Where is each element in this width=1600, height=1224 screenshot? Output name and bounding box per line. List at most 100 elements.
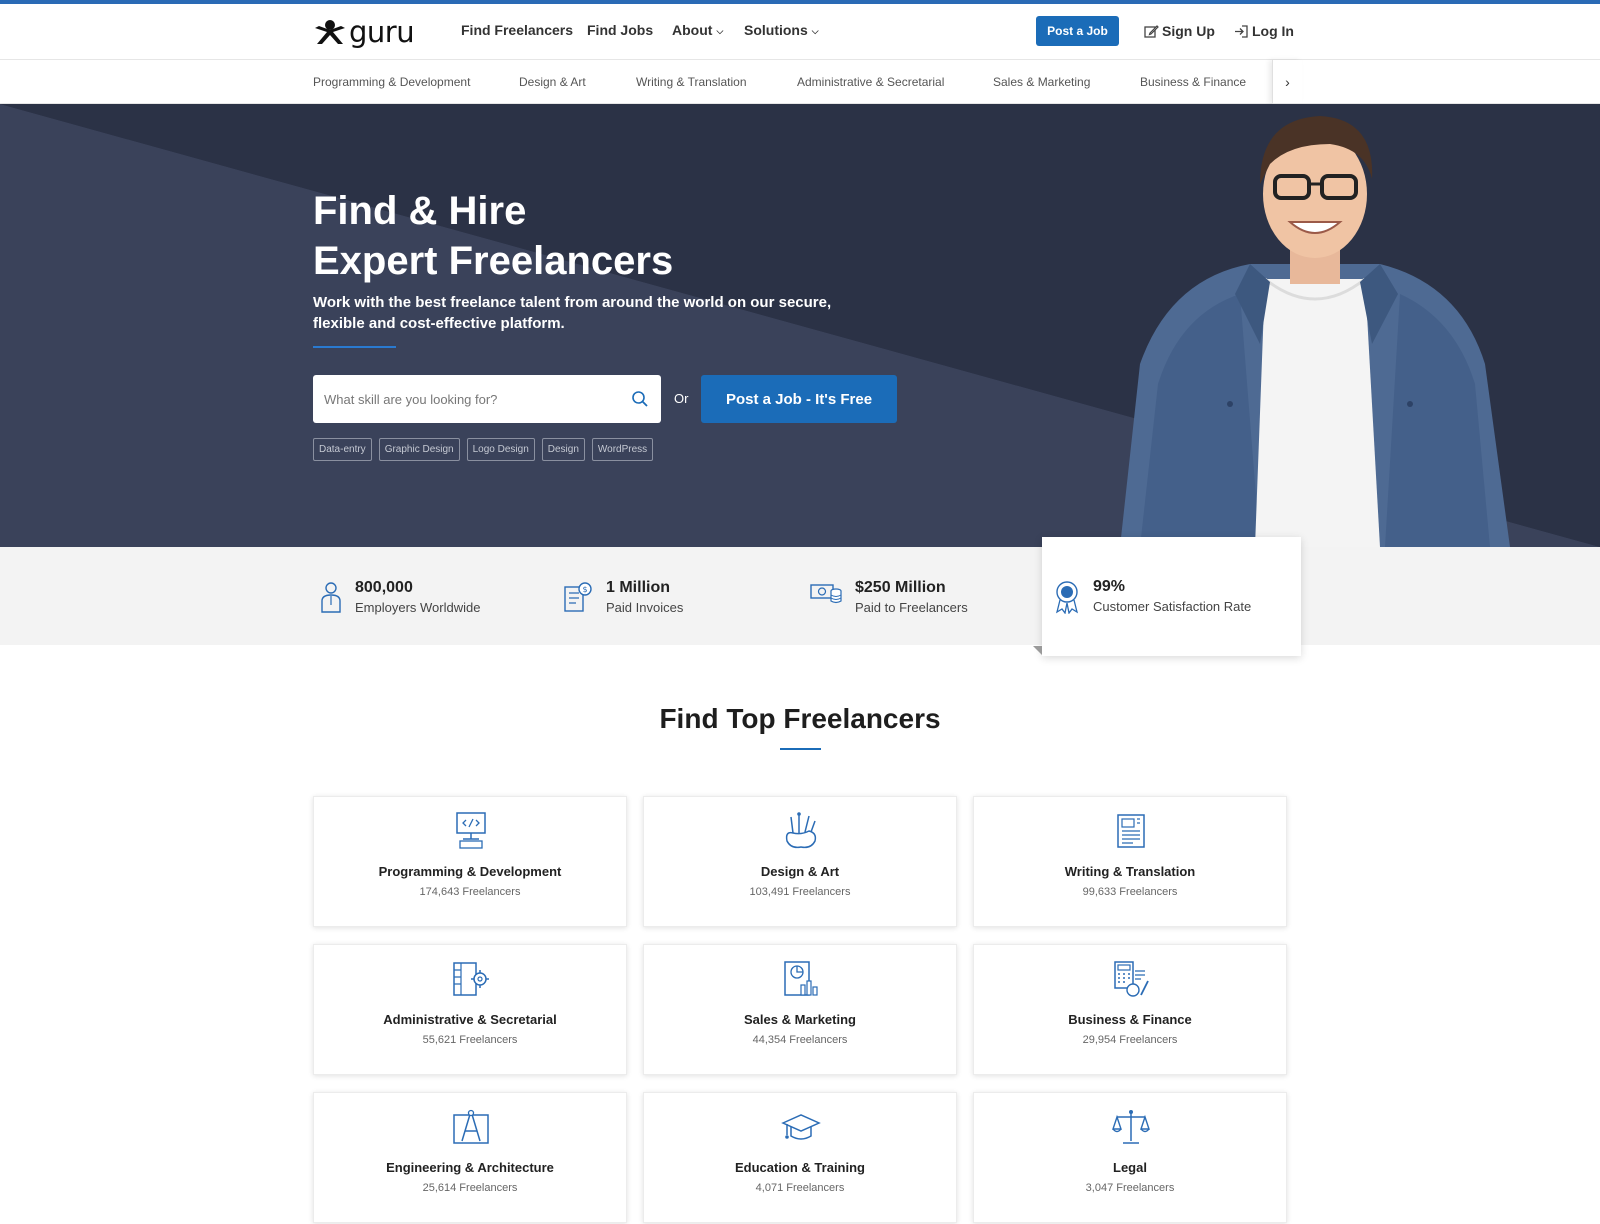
category-title: Programming & Development [378, 864, 562, 879]
category-title: Legal [1113, 1160, 1147, 1175]
tag-data-entry[interactable]: Data-entry [313, 438, 372, 461]
guru-logo[interactable]: guru [313, 15, 415, 49]
sign-up-label: Sign Up [1162, 23, 1215, 39]
category-card-writing[interactable]: Writing & Translation 99,633 Freelancers [973, 796, 1287, 927]
category-count: 4,071 Freelancers [755, 1182, 845, 1194]
edit-icon [1144, 24, 1159, 38]
stat-value: 800,000 [355, 579, 413, 596]
category-title: Education & Training [734, 1160, 865, 1175]
category-card-legal[interactable]: Legal 3,047 Freelancers [973, 1092, 1287, 1223]
category-link-writing[interactable]: Writing & Translation [636, 75, 747, 89]
guru-logo-icon [315, 20, 345, 44]
stat-label: Customer Satisfaction Rate [1093, 599, 1252, 614]
category-link-sales[interactable]: Sales & Marketing [993, 75, 1090, 89]
svg-text:$: $ [582, 585, 587, 594]
category-count: 29,954 Freelancers [1082, 1034, 1178, 1046]
code-monitor-icon [456, 812, 486, 849]
category-count: 55,621 Freelancers [422, 1034, 518, 1046]
category-link-programming[interactable]: Programming & Development [313, 75, 470, 89]
category-card-education[interactable]: Education & Training 4,071 Freelancers [643, 1092, 957, 1223]
category-title: Sales & Marketing [744, 1012, 856, 1027]
category-count: 44,354 Freelancers [752, 1034, 848, 1046]
nav-label: Find Jobs [587, 22, 654, 38]
hero-person-image [1120, 116, 1510, 547]
money-icon [810, 584, 842, 604]
scales-icon [1112, 1110, 1150, 1144]
stat-paid: $250 Million Paid to Freelancers [810, 578, 968, 615]
invoice-icon: $ [564, 582, 592, 612]
tag-logo-design[interactable]: Logo Design [466, 438, 535, 461]
chevron-down-icon: ⌵ [811, 26, 819, 36]
stat-value: 1 Million [606, 579, 670, 596]
logo-text: guru [349, 15, 415, 49]
hero-title: Find & Hire Expert Freelancers [313, 186, 673, 286]
log-in-label: Log In [1252, 23, 1294, 39]
search-icon[interactable] [631, 390, 649, 408]
post-a-job-button[interactable]: Post a Job [1036, 16, 1119, 46]
tag-graphic-design[interactable]: Graphic Design [378, 438, 460, 461]
chart-report-icon [784, 961, 818, 996]
nav-find-jobs[interactable]: Find Jobs [587, 22, 653, 38]
calculator-icon [1114, 961, 1149, 997]
category-card-engineering[interactable]: Engineering & Architecture 25,614 Freela… [313, 1092, 627, 1223]
employer-icon [321, 582, 341, 613]
category-card-business[interactable]: Business & Finance 29,954 Freelancers [973, 944, 1287, 1075]
hero-banner: Find & Hire Expert Freelancers Work with… [0, 104, 1600, 547]
or-label: Or [674, 391, 689, 406]
category-card-programming[interactable]: Programming & Development 174,643 Freela… [313, 796, 627, 927]
category-bar: Programming & Development Design & Art W… [0, 60, 1600, 104]
category-title: Design & Art [760, 864, 840, 879]
category-count: 3,047 Freelancers [1085, 1182, 1175, 1194]
tag-wordpress[interactable]: WordPress [591, 438, 654, 461]
category-next-arrow[interactable]: › [1272, 60, 1302, 104]
brushes-icon [785, 812, 817, 849]
nav-solutions[interactable]: Solutions ⌵ [744, 22, 819, 38]
nav-find-freelancers[interactable]: Find Freelancers [461, 22, 573, 38]
stat-invoices: $ 1 Million Paid Invoices [563, 578, 683, 615]
category-link-business[interactable]: Business & Finance [1140, 75, 1246, 89]
stat-value: $250 Million [855, 579, 946, 596]
login-icon [1235, 24, 1248, 38]
skill-search-input[interactable] [324, 388, 614, 410]
document-icon [1117, 814, 1145, 848]
stats-bar [0, 547, 1600, 645]
category-link-design[interactable]: Design & Art [519, 75, 586, 89]
section-title: Find Top Freelancers [659, 703, 941, 734]
category-card-sales[interactable]: Sales & Marketing 44,354 Freelancers [643, 944, 957, 1075]
hero-title-line2: Expert Freelancers [313, 239, 674, 283]
nav-label: Solutions [744, 22, 808, 38]
card-corner-fold [1033, 646, 1042, 655]
category-card-administrative[interactable]: Administrative & Secretarial 55,621 Free… [313, 944, 627, 1075]
category-count: 103,491 Freelancers [749, 886, 851, 898]
stat-label: Paid Invoices [606, 600, 684, 615]
category-link-administrative[interactable]: Administrative & Secretarial [797, 75, 944, 89]
stat-label: Paid to Freelancers [855, 600, 968, 615]
nav-label: Find Freelancers [461, 22, 574, 38]
category-count: 174,643 Freelancers [419, 886, 521, 898]
tag-design[interactable]: Design [541, 438, 585, 461]
binder-gear-icon [453, 962, 489, 996]
post-job-free-button[interactable]: Post a Job - It's Free [701, 375, 897, 423]
nav-label: About [672, 22, 713, 38]
log-in-link[interactable]: Log In [1234, 23, 1294, 39]
category-count: 25,614 Freelancers [422, 1182, 518, 1194]
category-card-design[interactable]: Design & Art 103,491 Freelancers [643, 796, 957, 927]
category-title: Engineering & Architecture [386, 1160, 554, 1175]
site-header: guru Find Freelancers Find Jobs About ⌵ S… [0, 4, 1600, 60]
stat-satisfaction: 99% Customer Satisfaction Rate [1054, 577, 1251, 614]
category-count: 99,633 Freelancers [1082, 886, 1178, 898]
nav-about[interactable]: About ⌵ [672, 22, 723, 38]
stat-label: Employers Worldwide [355, 600, 481, 615]
skill-search-box [313, 375, 661, 423]
category-title: Administrative & Secretarial [383, 1012, 557, 1027]
compass-blueprint-icon [453, 1109, 489, 1144]
graduation-cap-icon [781, 1114, 821, 1140]
stat-employers: 800,000 Employers Worldwide [320, 578, 480, 615]
sign-up-link[interactable]: Sign Up [1144, 23, 1215, 39]
category-title: Business & Finance [1068, 1012, 1192, 1027]
popular-tags: Data-entry Graphic Design Logo Design De… [313, 438, 654, 461]
hero-subtitle: Work with the best freelance talent from… [313, 294, 832, 332]
hero-title-line1: Find & Hire [313, 189, 527, 233]
award-icon [1055, 581, 1079, 614]
category-title: Writing & Translation [1064, 864, 1196, 879]
